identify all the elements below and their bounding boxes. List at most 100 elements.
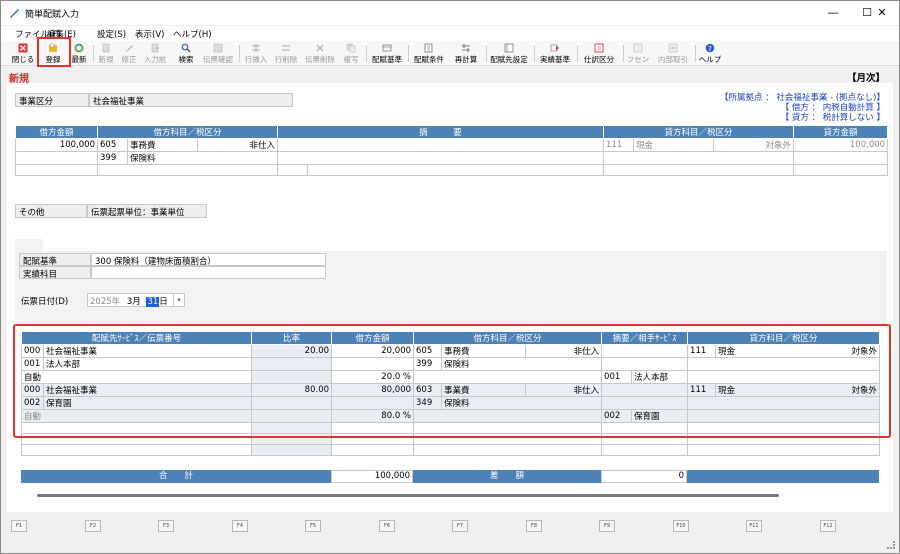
actual-basis-label: 実績基準: [540, 55, 570, 64]
chevron-down-icon[interactable]: ▾: [173, 294, 184, 306]
allocation-tab: [15, 239, 43, 251]
f12-key[interactable]: F12: [820, 520, 836, 532]
f10-key[interactable]: F10: [673, 520, 689, 532]
new-button[interactable]: 新規: [95, 42, 117, 65]
voucher-delete-button[interactable]: 伝票削除: [304, 42, 336, 65]
debit-name-cell[interactable]: 事務費: [127, 138, 198, 152]
search-button-label: 検索: [178, 55, 194, 64]
date-day: 31: [146, 297, 160, 307]
base-info-line1: 【所属拠点 ： 社会福祉事業 - (拠点なし)】: [719, 93, 885, 103]
basis-value[interactable]: 300 保険料（建物床面積割合）: [91, 253, 326, 267]
internal-icon: [668, 43, 678, 53]
sticky-note-button[interactable]: フセン: [625, 42, 651, 65]
credit-amount-cell[interactable]: 100,000: [793, 138, 889, 152]
date-picker[interactable]: 2025年 3月 31日 ▾: [87, 293, 185, 307]
close-window-button[interactable]: ✕: [865, 1, 899, 25]
help-button-label: ヘルプ: [698, 55, 722, 64]
diff-value: 0: [601, 470, 687, 483]
credit-name-cell[interactable]: 現金: [633, 138, 715, 152]
target-icon: [504, 43, 514, 53]
row-insert-icon: [252, 44, 260, 52]
table-row: [20, 444, 881, 456]
menu-settings[interactable]: 設定(S): [97, 28, 126, 40]
row-delete-button[interactable]: 行削除: [273, 42, 299, 65]
condition-button[interactable]: 配賦条件: [412, 42, 446, 65]
row-insert-button[interactable]: 行挿入: [243, 42, 269, 65]
search-button[interactable]: 検索: [174, 42, 198, 65]
journal-table: 借方金額 借方科目／税区分 摘 要 貸方科目／税区分 貸方金額 100,000 …: [15, 125, 889, 176]
edit-button[interactable]: 修正: [118, 42, 140, 65]
debit-account-header: 借方科目／税区分: [96, 125, 279, 139]
menu-help[interactable]: ヘルプ(H): [173, 28, 212, 40]
total-value: 100,000: [331, 470, 413, 483]
menu-bar: ファイル(F) 編集(E) 設定(S) 表示(V) ヘルプ(H): [1, 26, 899, 41]
app-pen-icon: [10, 9, 19, 18]
empty-cell[interactable]: [20, 444, 253, 456]
empty-cell: [331, 444, 415, 456]
debit-tax-cell[interactable]: 非仕入: [196, 138, 279, 152]
empty-cell: [251, 444, 333, 456]
resize-grip[interactable]: [887, 541, 895, 549]
copy-button[interactable]: 複写: [340, 42, 362, 65]
refresh-icon: [74, 43, 84, 53]
minimize-button[interactable]: —: [816, 1, 850, 25]
debit-sub-code-cell[interactable]: 399: [97, 151, 128, 165]
credit-tax-cell[interactable]: 対象外: [713, 138, 795, 152]
date-label: 伝票日付(D): [21, 297, 69, 307]
voucher-check-button[interactable]: 伝票確認: [202, 42, 234, 65]
basis-icon: [382, 44, 392, 52]
empty-cell: [96, 164, 279, 176]
f11-key[interactable]: F11: [746, 520, 762, 532]
close-button-label: 閉じる: [11, 55, 35, 64]
other-value[interactable]: 伝票起票単位：事業単位: [87, 204, 207, 218]
target-setting-button[interactable]: 配賦先設定: [488, 42, 530, 65]
before-input-button[interactable]: 入力前: [142, 42, 168, 65]
f3-key[interactable]: F3: [158, 520, 174, 532]
f7-key[interactable]: F7: [452, 520, 468, 532]
empty-cell: [793, 164, 889, 176]
journal-type-label: 仕訳区分: [584, 55, 614, 64]
journal-type-button[interactable]: 仕訳区分: [579, 42, 619, 65]
main-content: 事業区分 社会福祉事業 【所属拠点 ： 社会福祉事業 - (拠点なし)】 【 借…: [7, 83, 893, 512]
diff-label: 差 額: [413, 470, 601, 483]
close-button[interactable]: 閉じる: [9, 42, 37, 65]
voucher-delete-icon: [316, 44, 324, 52]
toolbar-separator: [534, 45, 535, 62]
credit-sub-cell[interactable]: [603, 151, 795, 165]
description-cell[interactable]: [277, 138, 605, 152]
toolbar-separator: [366, 45, 367, 62]
f9-key[interactable]: F9: [599, 520, 615, 532]
horizontal-scrollbar[interactable]: [37, 494, 779, 497]
empty-cell: [687, 444, 881, 456]
business-value[interactable]: 社会福祉事業: [89, 93, 293, 107]
actual-icon: [550, 44, 559, 52]
f4-key[interactable]: F4: [232, 520, 248, 532]
credit-code-cell[interactable]: 111: [603, 138, 635, 152]
row-delete-label: 行削除: [274, 55, 298, 64]
actual-value[interactable]: [91, 266, 326, 279]
row-delete-icon: [282, 45, 290, 51]
toolbar-separator: [577, 45, 578, 62]
actual-basis-button[interactable]: 実績基準: [537, 42, 573, 65]
menu-view[interactable]: 表示(V): [135, 28, 164, 40]
f2-key[interactable]: F2: [85, 520, 101, 532]
f5-key[interactable]: F5: [305, 520, 321, 532]
empty-cell: [15, 164, 98, 176]
recalc-icon: [462, 44, 470, 52]
basis-button[interactable]: 配賦基準: [370, 42, 404, 65]
recalc-button[interactable]: 再計算: [450, 42, 482, 65]
internal-trade-button[interactable]: 内部取引: [655, 42, 691, 65]
f1-key[interactable]: F1: [11, 520, 27, 532]
help-button[interactable]: ? ヘルプ: [698, 42, 722, 65]
date-year: 2025年: [90, 297, 121, 307]
empty-cell: [413, 444, 603, 456]
empty-cell: [793, 151, 889, 165]
debit-sub-name-cell[interactable]: 保険料: [126, 151, 279, 165]
debit-code-cell[interactable]: 605: [97, 138, 128, 152]
edit-button-label: 修正: [121, 55, 137, 64]
f6-key[interactable]: F6: [379, 520, 395, 532]
description-cell-2[interactable]: [277, 151, 605, 165]
f8-key[interactable]: F8: [526, 520, 542, 532]
row-insert-label: 行挿入: [244, 55, 268, 64]
debit-amount-cell[interactable]: 100,000: [15, 138, 98, 152]
